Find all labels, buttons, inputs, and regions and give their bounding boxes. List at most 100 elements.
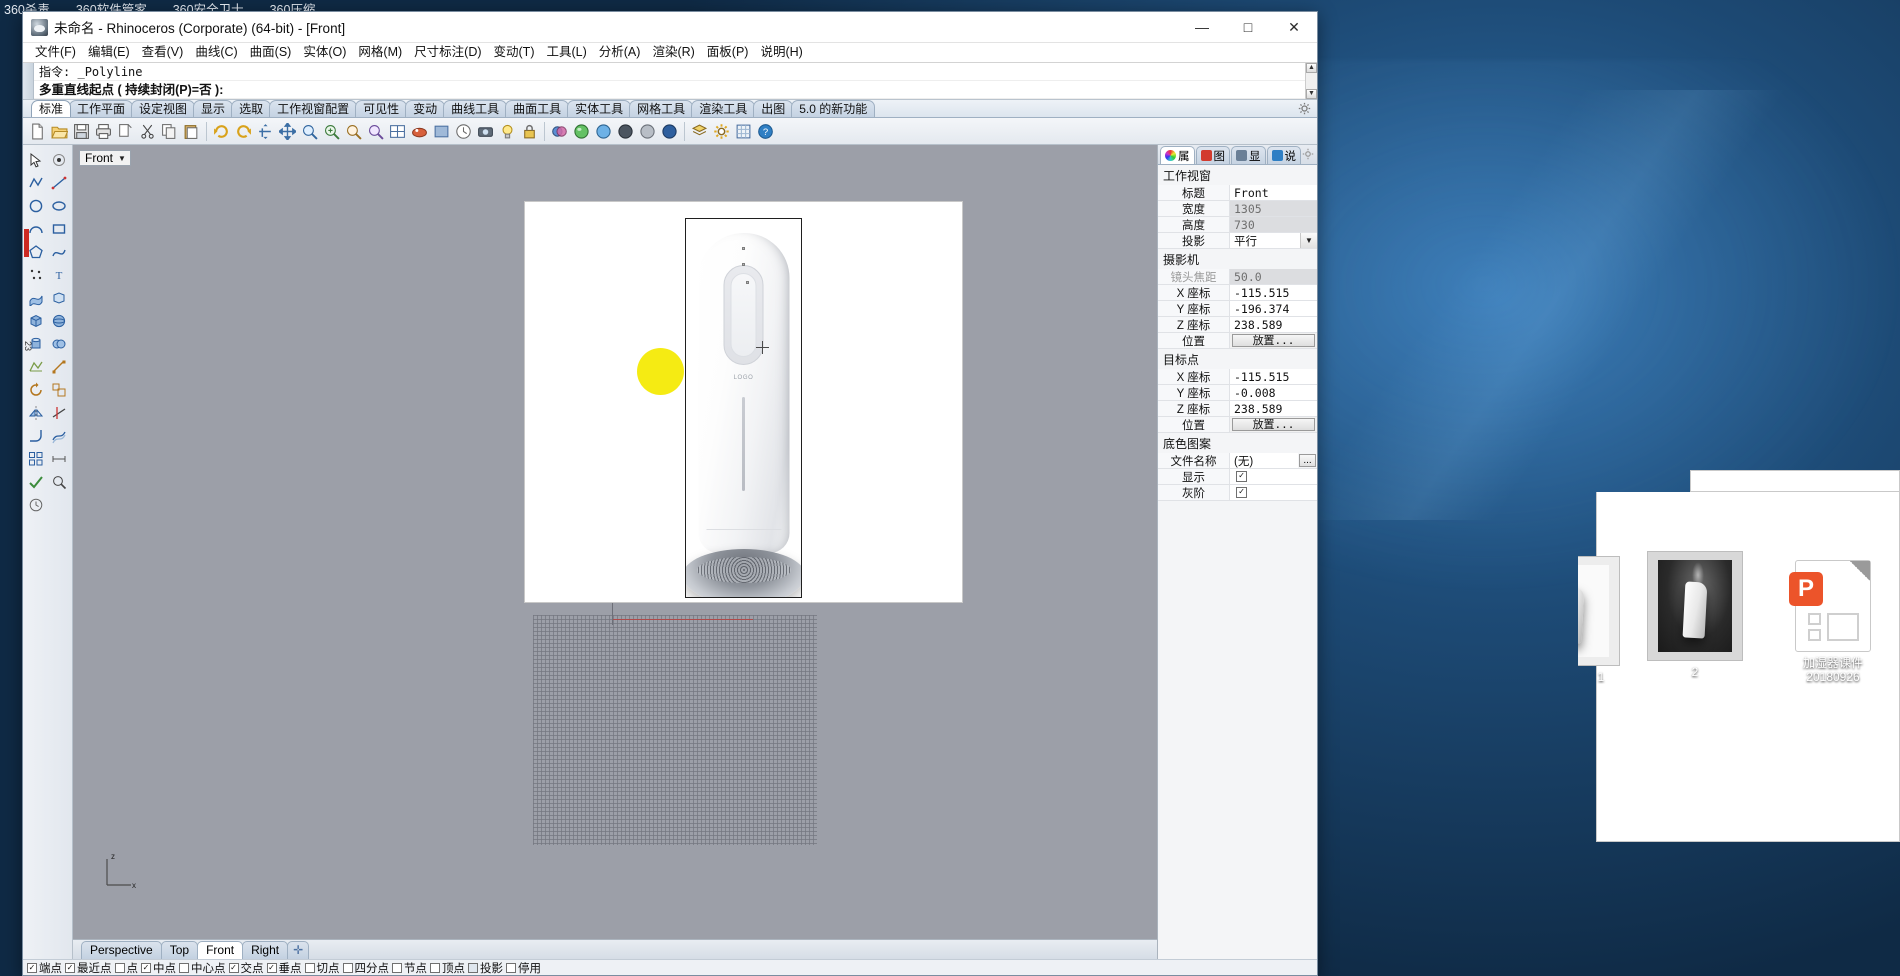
osnap-checkbox[interactable] [179, 962, 189, 973]
boolean-union-icon[interactable] [48, 333, 70, 355]
trim-icon[interactable] [48, 402, 70, 424]
osnap-disable[interactable]: 停用 [506, 960, 541, 975]
menu-item-panels[interactable]: 面板(P) [701, 43, 755, 62]
osnap-checkbox[interactable] [468, 962, 478, 973]
menu-item-analyze[interactable]: 分析(A) [593, 43, 647, 62]
osnap-checkbox[interactable]: ✓ [228, 962, 239, 973]
clock-icon[interactable] [453, 121, 474, 142]
osnap-end[interactable]: ✓ 端点 [27, 960, 62, 975]
sphere-blue-icon[interactable] [593, 121, 614, 142]
menu-item-transform[interactable]: 变动(T) [488, 43, 541, 62]
sphere-dark-icon[interactable] [615, 121, 636, 142]
menu-item-file[interactable]: 文件(F) [29, 43, 82, 62]
dimension-icon[interactable] [48, 448, 70, 470]
osnap-project[interactable]: 投影 [468, 960, 503, 975]
mesh-icon[interactable] [25, 356, 47, 378]
zoom-extents-icon[interactable] [321, 121, 342, 142]
tab-display[interactable]: 显 [1231, 146, 1266, 164]
chevron-down-icon[interactable]: ▼ [1300, 233, 1317, 248]
zoom-selected-icon[interactable] [343, 121, 364, 142]
text-icon[interactable]: T [48, 264, 70, 286]
toolbar-tab-setview[interactable]: 设定视图 [131, 100, 196, 117]
toolbar-tab-drafting[interactable]: 出图 [753, 100, 794, 117]
history-icon[interactable] [25, 494, 47, 516]
mirror-icon[interactable] [25, 402, 47, 424]
viewport-tab-top[interactable]: Top [160, 941, 199, 959]
viewport-title-label[interactable]: Front ▼ [79, 150, 131, 166]
osnap-checkbox[interactable] [392, 962, 402, 973]
command-prompt-line[interactable]: 多重直线起点 ( 持续封闭(P)=否 ): [34, 81, 1305, 99]
box-solid-icon[interactable] [25, 310, 47, 332]
osnap-center[interactable]: 中心点 [179, 960, 226, 975]
camera-place-button[interactable]: 放置... [1232, 334, 1315, 347]
copy-to-clipboard-icon[interactable] [115, 121, 136, 142]
front-viewport[interactable]: LOGO z x [73, 145, 1157, 939]
scale-icon[interactable] [48, 379, 70, 401]
show-wallpaper-checkbox[interactable]: ✓ [1236, 471, 1247, 482]
command-scrollbar[interactable]: ▲ ▼ [1305, 63, 1317, 99]
background-reference-image[interactable]: LOGO [525, 202, 962, 602]
browse-file-button[interactable]: ... [1299, 454, 1316, 467]
check-icon[interactable] [25, 471, 47, 493]
add-viewport-tab-button[interactable]: ✛ [287, 941, 310, 959]
color-swatch-icon[interactable] [549, 121, 570, 142]
shade-icon[interactable] [431, 121, 452, 142]
copy-icon[interactable] [159, 121, 180, 142]
osnap-checkbox[interactable] [342, 962, 353, 973]
toolbar-tab-render-tools[interactable]: 渲染工具 [691, 100, 756, 117]
tab-layers[interactable]: 图 [1195, 146, 1230, 164]
scroll-up-arrow[interactable]: ▲ [1306, 63, 1317, 73]
new-file-icon[interactable] [27, 121, 48, 142]
tab-help[interactable]: 说 [1266, 146, 1301, 164]
osnap-checkbox[interactable] [430, 962, 440, 973]
extrude-surface-icon[interactable] [48, 287, 70, 309]
property-value-camera-y[interactable]: -196.374 [1230, 301, 1317, 316]
osnap-quadrant[interactable]: 四分点 [342, 960, 389, 975]
menu-item-view[interactable]: 查看(V) [136, 43, 190, 62]
osnap-knot[interactable]: 节点 [392, 960, 427, 975]
control-point-handle[interactable] [742, 247, 745, 250]
fillet-icon[interactable] [25, 425, 47, 447]
help-icon[interactable]: ? [755, 121, 776, 142]
property-value-target-z[interactable]: 238.589 [1230, 401, 1317, 416]
osnap-vertex[interactable]: 顶点 [430, 960, 465, 975]
osnap-intersection[interactable]: ✓ 交点 [228, 960, 264, 975]
toolbar-tab-display[interactable]: 显示 [193, 100, 234, 117]
surface-from-curves-icon[interactable] [25, 287, 47, 309]
menu-item-mesh[interactable]: 网格(M) [352, 43, 408, 62]
property-value-target-x[interactable]: -115.515 [1230, 369, 1317, 384]
desktop-icon-powerpoint[interactable]: P 加湿器课件 20180926 [1778, 551, 1888, 684]
property-value-camera-z[interactable]: 238.589 [1230, 317, 1317, 332]
desktop-icon-partial[interactable]: 1 [1578, 556, 1624, 684]
pan-icon[interactable] [255, 121, 276, 142]
toolbar-tab-curve-tools[interactable]: 曲线工具 [443, 100, 508, 117]
free-form-curve-icon[interactable] [48, 241, 70, 263]
menu-item-dimension[interactable]: 尺寸标注(D) [408, 43, 487, 62]
circle-icon[interactable] [25, 195, 47, 217]
lock-icon[interactable] [519, 121, 540, 142]
menu-item-surface[interactable]: 曲面(S) [244, 43, 298, 62]
control-point-handle[interactable] [746, 281, 749, 284]
transform-icon[interactable] [48, 356, 70, 378]
desktop-icon-image-2[interactable]: 2 [1640, 551, 1750, 679]
select-arrow-icon[interactable] [25, 149, 47, 171]
command-grip[interactable] [23, 63, 34, 99]
options-gear-icon[interactable] [711, 121, 732, 142]
osnap-checkbox[interactable] [506, 962, 516, 973]
osnap-checkbox[interactable] [304, 962, 315, 973]
viewport-tab-right[interactable]: Right [242, 941, 289, 959]
select-point-icon[interactable] [48, 149, 70, 171]
menu-item-tools[interactable]: 工具(L) [540, 43, 592, 62]
osnap-checkbox[interactable]: ✓ [141, 962, 151, 973]
property-value-projection[interactable]: 平行 [1230, 233, 1300, 248]
line-icon[interactable] [48, 172, 70, 194]
sphere-gray-icon[interactable] [637, 121, 658, 142]
grayscale-checkbox[interactable]: ✓ [1236, 487, 1247, 498]
zoom-previous-icon[interactable] [365, 121, 386, 142]
property-value-camera-x[interactable]: -115.515 [1230, 285, 1317, 300]
target-place-button[interactable]: 放置... [1232, 418, 1315, 431]
array-icon[interactable] [25, 448, 47, 470]
osnap-point[interactable]: 点 [114, 960, 138, 975]
camera-icon[interactable] [475, 121, 496, 142]
toolbar-tab-whats-new[interactable]: 5.0 的新功能 [791, 100, 876, 117]
